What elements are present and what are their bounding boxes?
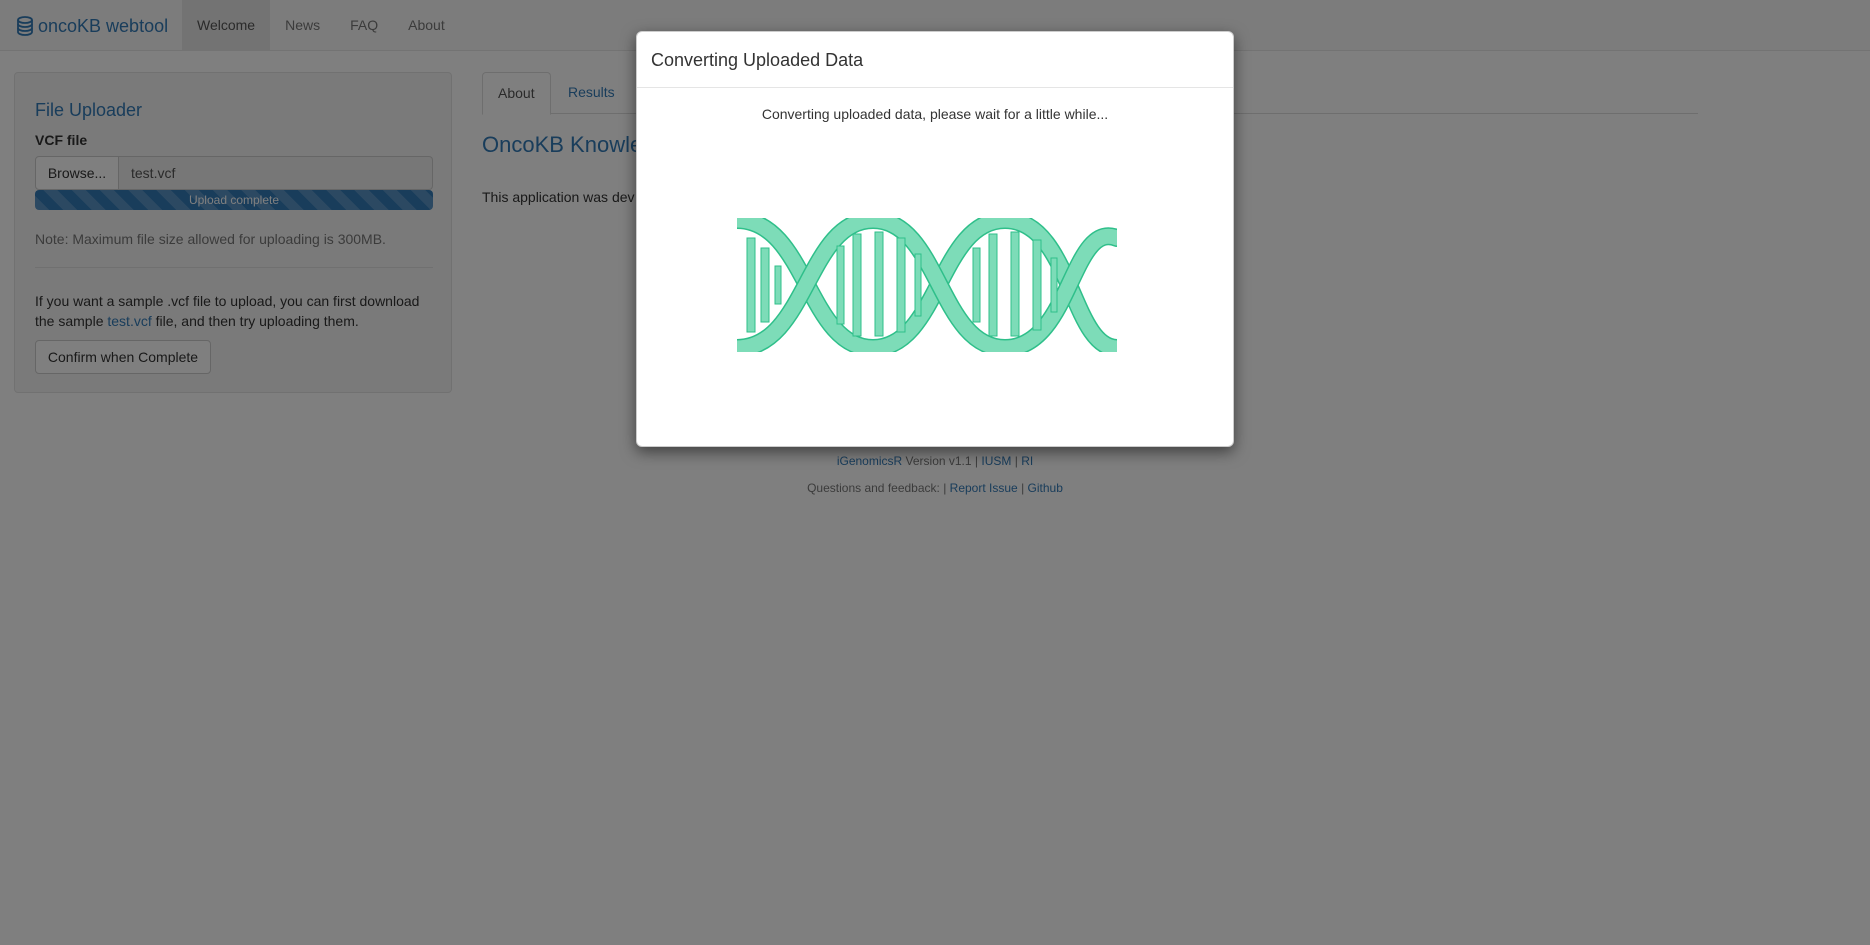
modal-message: Converting uploaded data, please wait fo… — [761, 106, 1109, 122]
converting-modal: Converting Uploaded Data Converting uplo… — [636, 31, 1234, 447]
modal-body: Converting uploaded data, please wait fo… — [637, 88, 1233, 446]
modal-title: Converting Uploaded Data — [651, 50, 864, 70]
modal-header: Converting Uploaded Data — [637, 32, 1233, 88]
dna-icon — [737, 218, 1117, 352]
